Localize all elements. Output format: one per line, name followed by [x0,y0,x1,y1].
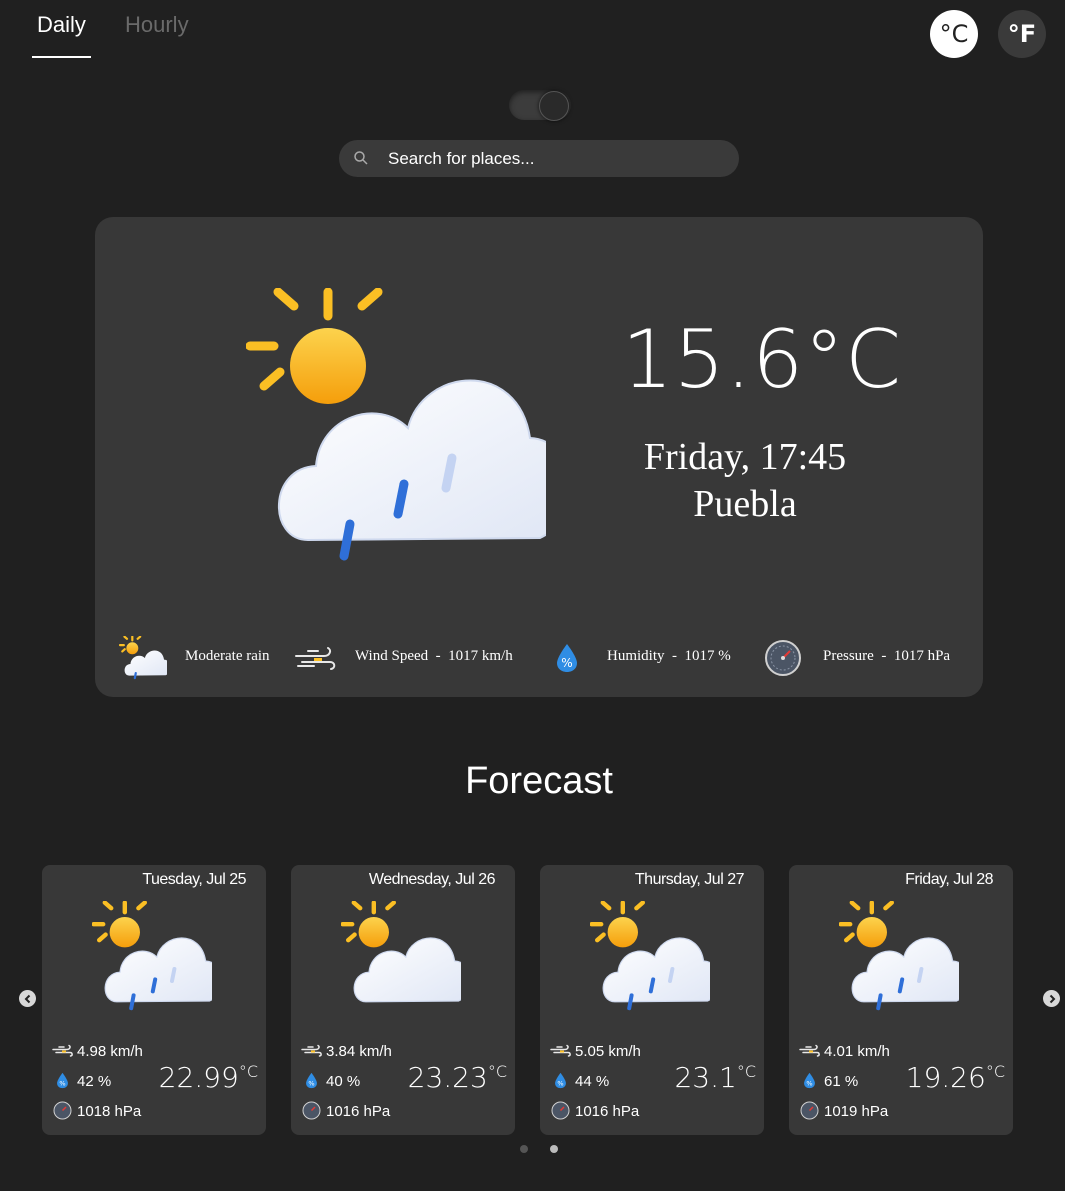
theme-toggle[interactable] [509,90,571,121]
fahrenheit-button[interactable]: °F [998,10,1046,58]
svg-text:%: % [557,1079,563,1087]
forecast-temperature: 23.1°C [674,1061,756,1094]
humidity-icon: % [803,1072,816,1094]
forecast-card: Tuesday, Jul 25 4.98 km/h % 42 % 1018 hP… [42,865,266,1135]
current-temperature: 15.6°C [622,313,902,406]
pressure-gauge-icon [53,1101,72,1125]
forecast-title: Forecast [465,760,613,802]
svg-text:%: % [561,656,572,670]
carousel-prev-button[interactable] [19,990,36,1007]
forecast-wind: 4.98 km/h [77,1043,143,1060]
condition-label: Moderate rain [185,648,270,664]
tab-active-indicator [32,56,91,58]
humidity-icon: % [554,1072,567,1094]
tab-hourly[interactable]: Hourly [125,12,189,38]
wind-icon [52,1043,74,1064]
forecast-date: Wednesday, Jul 26 [368,871,496,888]
humidity-label: Humidity - 1017 % [607,648,731,664]
carousel-dot-2[interactable] [550,1145,558,1153]
forecast-temp-unit: °C [238,1062,258,1081]
forecast-temperature: 23.23°C [408,1061,507,1094]
partly-cloudy-icon [341,901,472,1018]
search-input[interactable]: Search for places... [388,149,534,169]
search-bar[interactable]: Search for places... [339,140,739,177]
forecast-pressure: 1016 hPa [575,1103,640,1120]
partly-cloudy-rain-icon [92,901,223,1018]
forecast-wind: 4.01 km/h [824,1043,890,1060]
forecast-pressure: 1018 hPa [77,1103,142,1120]
carousel-dot-1[interactable] [520,1145,528,1153]
wind-icon [550,1043,572,1064]
pressure-gauge-icon [764,639,802,682]
current-city: Puebla [693,483,797,525]
forecast-temp-unit: °C [487,1062,507,1081]
forecast-wind: 3.84 km/h [326,1043,392,1060]
search-icon [353,150,369,171]
svg-text:%: % [59,1079,65,1087]
forecast-date: Thursday, Jul 27 [634,871,745,888]
forecast-date: Tuesday, Jul 25 [142,871,246,888]
partly-cloudy-rain-icon [590,901,721,1018]
humidity-icon: % [56,1072,69,1094]
forecast-date: Friday, Jul 28 [905,871,993,888]
forecast-temp-value: 22.99 [158,1061,239,1094]
svg-text:%: % [308,1079,314,1087]
pressure-gauge-icon [800,1101,819,1125]
forecast-temp-value: 19.26 [905,1061,986,1094]
forecast-temperature: 22.99°C [159,1061,258,1094]
forecast-temperature: 19.26°C [906,1061,1005,1094]
pressure-label: Pressure - 1017 hPa [823,648,951,664]
humidity-icon: % [555,643,579,678]
partly-cloudy-rain-icon [246,288,571,573]
forecast-card: Thursday, Jul 27 5.05 km/h % 44 % 1016 h… [540,865,764,1135]
pressure-gauge-icon [302,1101,321,1125]
forecast-humidity: 42 % [77,1073,112,1090]
forecast-temp-unit: °C [985,1062,1005,1081]
toggle-knob [539,91,569,121]
wind-speed-label: Wind Speed - 1017 km/h [355,648,513,664]
wind-icon [294,644,338,679]
forecast-humidity: 61 % [824,1073,859,1090]
forecast-temp-value: 23.23 [407,1061,488,1094]
chevron-left-icon [24,994,30,1003]
wind-icon [301,1043,323,1064]
forecast-card: Wednesday, Jul 26 3.84 km/h % 40 % 1016 … [291,865,515,1135]
current-day-time: Friday, 17:45 [643,436,847,478]
partly-cloudy-rain-icon [839,901,970,1018]
celsius-button[interactable]: °C [930,10,978,58]
tab-daily[interactable]: Daily [37,12,86,38]
carousel-next-button[interactable] [1043,990,1060,1007]
forecast-humidity: 44 % [575,1073,610,1090]
pressure-gauge-icon [551,1101,570,1125]
forecast-temp-unit: °C [736,1062,756,1081]
forecast-wind: 5.05 km/h [575,1043,641,1060]
chevron-right-icon [1049,994,1055,1003]
forecast-humidity: 40 % [326,1073,361,1090]
forecast-card: Friday, Jul 28 4.01 km/h % 61 % 1019 hPa [789,865,1013,1135]
forecast-temp-value: 23.1 [674,1061,737,1094]
svg-text:%: % [806,1079,812,1087]
humidity-icon: % [305,1072,318,1094]
wind-icon [799,1043,821,1064]
forecast-pressure: 1019 hPa [824,1103,889,1120]
condition-icon [118,635,171,685]
forecast-pressure: 1016 hPa [326,1103,391,1120]
